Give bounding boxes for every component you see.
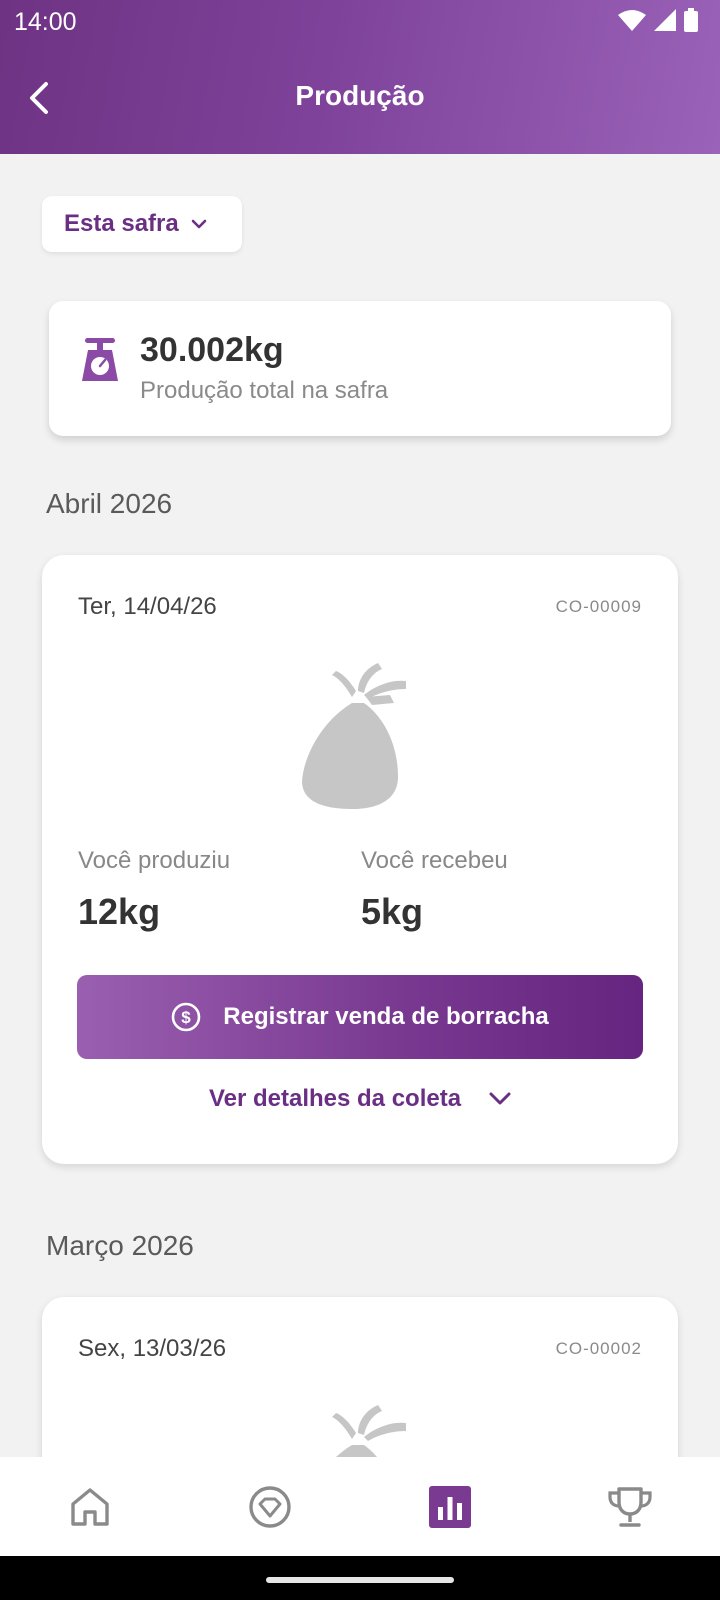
total-production-card: 30.002kg Produção total na safra [49,301,671,436]
nav-achievements[interactable] [585,1462,675,1552]
produced-label: Você produziu [78,847,231,874]
dollar-circle-icon: $ [171,1002,201,1032]
received-value: 5kg [361,891,424,932]
home-icon [71,1487,109,1526]
collection-date: Ter, 14/04/26 [78,593,217,620]
collection-details-label: Ver detalhes da coleta [208,1085,462,1112]
rubber-bag-icon [302,663,406,809]
chevron-down-icon [191,219,207,229]
gem-icon [249,1485,291,1528]
bottom-navigation [0,1457,720,1556]
nav-home[interactable] [45,1462,135,1552]
received-label: Você recebeu [361,847,508,874]
status-icons [618,8,698,32]
collection-date: Sex, 13/03/26 [78,1335,227,1362]
app-bar: 14:00 Produção [0,0,720,154]
season-filter-label: Esta safra [64,210,179,237]
produced-value: 12kg [78,891,161,932]
svg-text:$: $ [182,1008,192,1027]
total-production-label: Produção total na safra [140,377,389,404]
collection-code: CO-00009 [555,597,642,616]
trophy-icon [608,1486,652,1527]
nav-production[interactable] [405,1462,495,1552]
season-filter-dropdown[interactable]: Esta safra [42,196,242,252]
signal-icon [654,9,676,31]
chevron-down-icon [489,1092,511,1105]
nav-rewards[interactable] [225,1462,315,1552]
bar-chart-icon [429,1485,471,1528]
collection-card: Ter, 14/04/26 CO-00009 Você produziu 12k… [42,555,678,1164]
total-production-value: 30.002kg [140,331,284,369]
status-time: 14:00 [14,8,77,36]
month-heading: Março 2026 [46,1230,194,1261]
collection-details-toggle[interactable]: Ver detalhes da coleta [42,1085,678,1113]
register-rubber-sale-button[interactable]: $ Registrar venda de borracha [77,975,643,1059]
register-sale-label: Registrar venda de borracha [223,1003,549,1030]
battery-icon [684,8,698,32]
page-title: Produção [295,80,425,111]
scale-icon [82,338,118,381]
home-gesture-pill[interactable] [266,1577,454,1583]
wifi-icon [618,10,646,31]
month-heading: Abril 2026 [46,488,173,519]
collection-code: CO-00002 [555,1339,642,1358]
